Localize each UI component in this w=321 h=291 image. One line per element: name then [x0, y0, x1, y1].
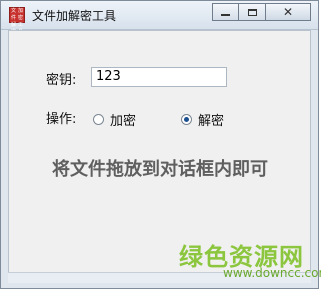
- app-icon-text-1: 文件: [10, 8, 16, 21]
- window-title: 文件加解密工具: [32, 9, 117, 23]
- app-icon-text-2: 加密: [17, 8, 23, 21]
- close-button[interactable]: ✕: [266, 3, 311, 21]
- operation-label: 操作:: [46, 112, 77, 127]
- key-input[interactable]: 123: [91, 67, 227, 87]
- decrypt-option[interactable]: 解密: [181, 110, 224, 129]
- encrypt-radio[interactable]: [93, 114, 104, 125]
- encrypt-option[interactable]: 加密: [93, 110, 136, 129]
- encrypt-label: 加密: [110, 114, 137, 129]
- window-controls: ✕: [212, 3, 311, 21]
- title-bar[interactable]: 文件 加密 解密 工具 文件加解密工具 ✕: [1, 1, 318, 35]
- key-label: 密钥:: [46, 73, 77, 88]
- minimize-button[interactable]: [212, 3, 239, 21]
- decrypt-radio[interactable]: [181, 114, 192, 125]
- close-icon: ✕: [282, 5, 294, 19]
- drop-hint: 将文件拖放到对话框内即可: [52, 159, 268, 180]
- decrypt-label: 解密: [198, 114, 225, 129]
- app-window: 文件 加密 解密 工具 文件加解密工具 ✕ 密钥: 123 操作: 加密 解密 …: [0, 0, 321, 289]
- minimize-icon: [221, 14, 230, 16]
- maximize-button[interactable]: [239, 3, 266, 21]
- app-icon: 文件 加密 解密 工具: [9, 7, 25, 35]
- maximize-icon: [247, 8, 257, 16]
- watermark-url: www.downcc.com: [223, 266, 321, 280]
